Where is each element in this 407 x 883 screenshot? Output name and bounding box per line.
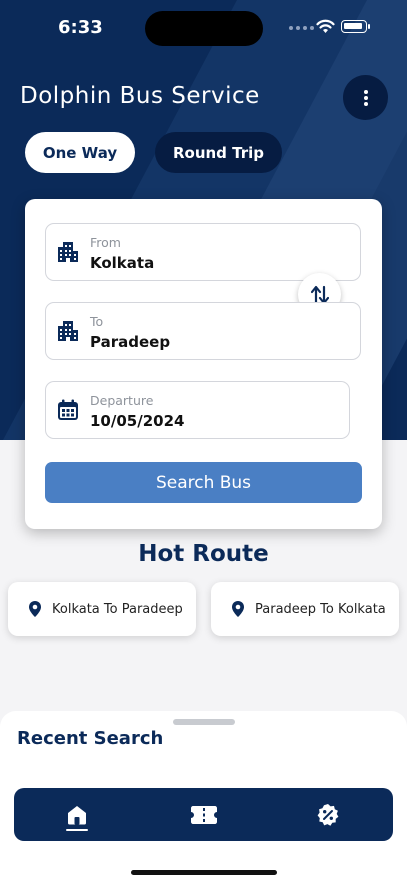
to-label: To	[90, 314, 104, 329]
departure-label: Departure	[90, 393, 154, 408]
search-bus-button[interactable]: Search Bus	[45, 462, 362, 503]
tab-tickets[interactable]	[174, 788, 234, 841]
round-trip-toggle[interactable]: Round Trip	[155, 132, 282, 173]
from-field[interactable]: From Kolkata	[45, 223, 361, 281]
battery-icon	[341, 20, 370, 33]
hot-route-label: Kolkata To Paradeep	[52, 601, 183, 617]
bottom-tab-bar	[14, 788, 393, 841]
discount-icon	[317, 803, 339, 826]
from-value: Kolkata	[90, 254, 155, 272]
sheet-drag-handle[interactable]	[173, 719, 235, 725]
status-time: 6:33	[58, 17, 103, 38]
location-pin-icon	[28, 600, 42, 618]
wifi-icon	[316, 19, 335, 33]
dynamic-island	[145, 11, 263, 46]
calendar-icon	[58, 399, 78, 420]
hot-route-item[interactable]: Kolkata To Paradeep	[8, 582, 196, 636]
hot-route-title: Hot Route	[138, 541, 269, 567]
home-indicator	[131, 870, 277, 875]
departure-field[interactable]: Departure 10/05/2024	[45, 381, 350, 439]
tab-offers[interactable]	[298, 788, 358, 841]
hot-route-label: Paradeep To Kolkata	[255, 601, 386, 617]
hot-route-item[interactable]: Paradeep To Kolkata	[211, 582, 399, 636]
cellular-signal-icon	[289, 26, 314, 30]
active-tab-indicator	[66, 829, 88, 831]
more-menu-button[interactable]	[343, 75, 388, 120]
from-label: From	[90, 235, 121, 250]
tab-home[interactable]	[47, 788, 107, 841]
recent-search-title: Recent Search	[17, 728, 164, 749]
building-icon	[58, 242, 78, 262]
home-icon	[68, 805, 86, 824]
ticket-icon	[191, 805, 217, 824]
building-icon	[58, 321, 78, 341]
departure-value: 10/05/2024	[90, 412, 185, 430]
to-value: Paradeep	[90, 333, 171, 351]
to-field[interactable]: To Paradeep	[45, 302, 361, 360]
app-title: Dolphin Bus Service	[20, 83, 260, 109]
status-bar: 6:33	[0, 0, 407, 54]
one-way-toggle[interactable]: One Way	[25, 132, 135, 173]
search-card: From Kolkata To Paradeep Departure 10/05…	[25, 199, 382, 529]
more-vertical-icon	[363, 89, 368, 106]
location-pin-icon	[231, 600, 245, 618]
